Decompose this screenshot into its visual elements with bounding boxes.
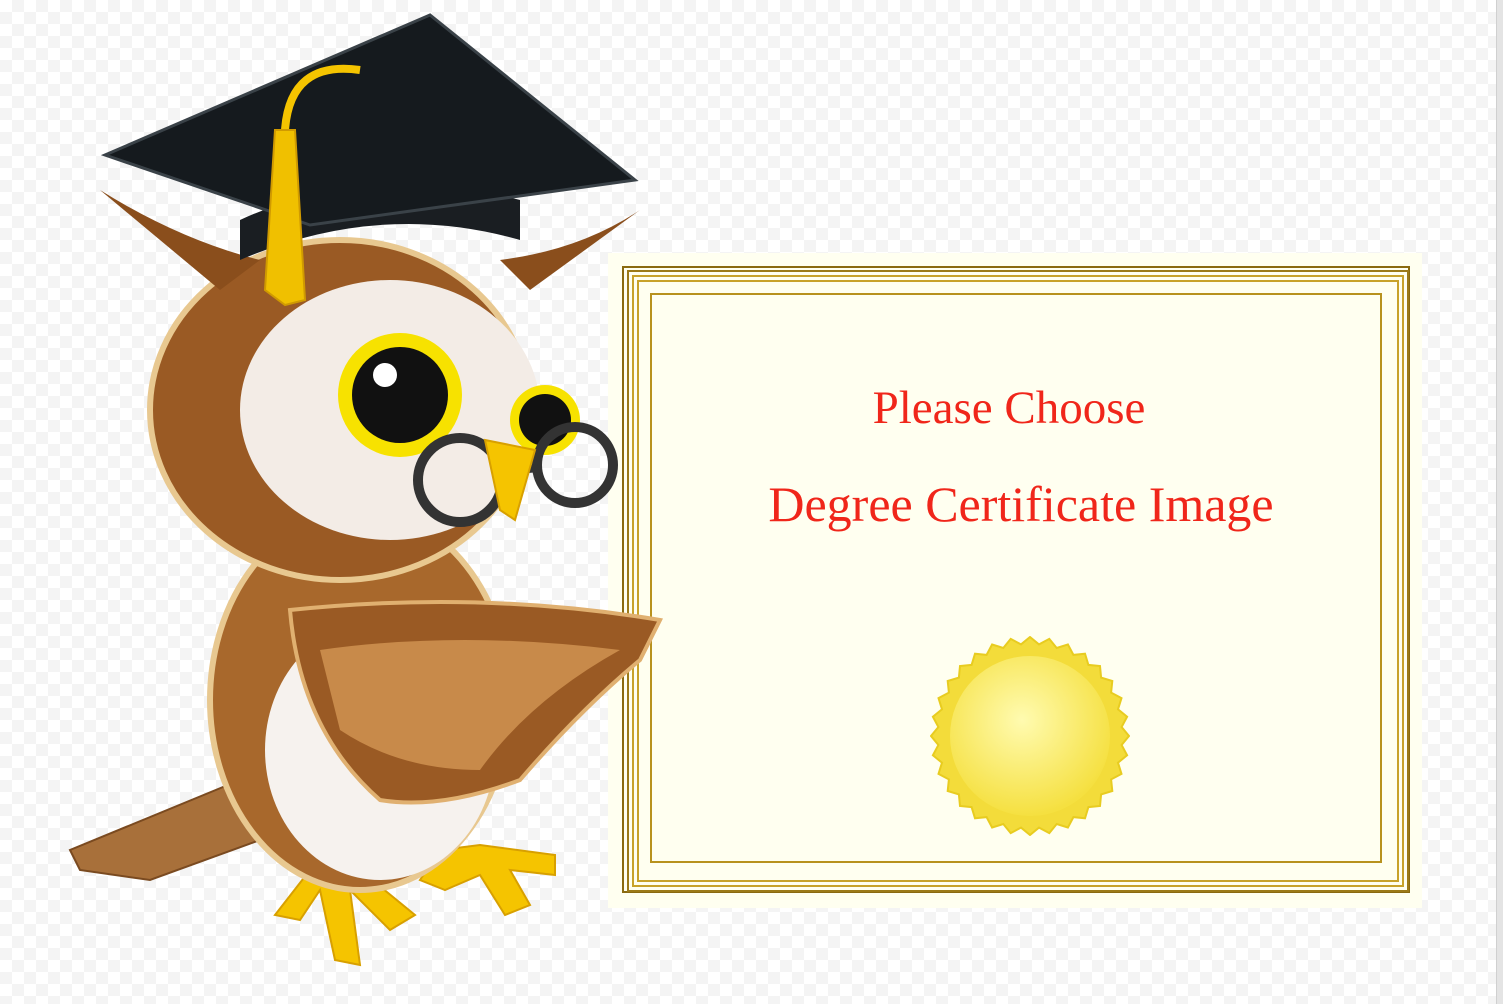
certificate-prompt-line2: Degree Certificate Image: [768, 476, 1274, 532]
owl-illustration-icon: [68, 13, 664, 967]
window-edge: [1496, 0, 1503, 1004]
certificate-placeholder[interactable]: Please Choose Degree Certificate Image: [608, 253, 1422, 908]
gold-seal-icon: [930, 636, 1130, 836]
certificate-prompt-line1: Please Choose: [872, 382, 1146, 434]
